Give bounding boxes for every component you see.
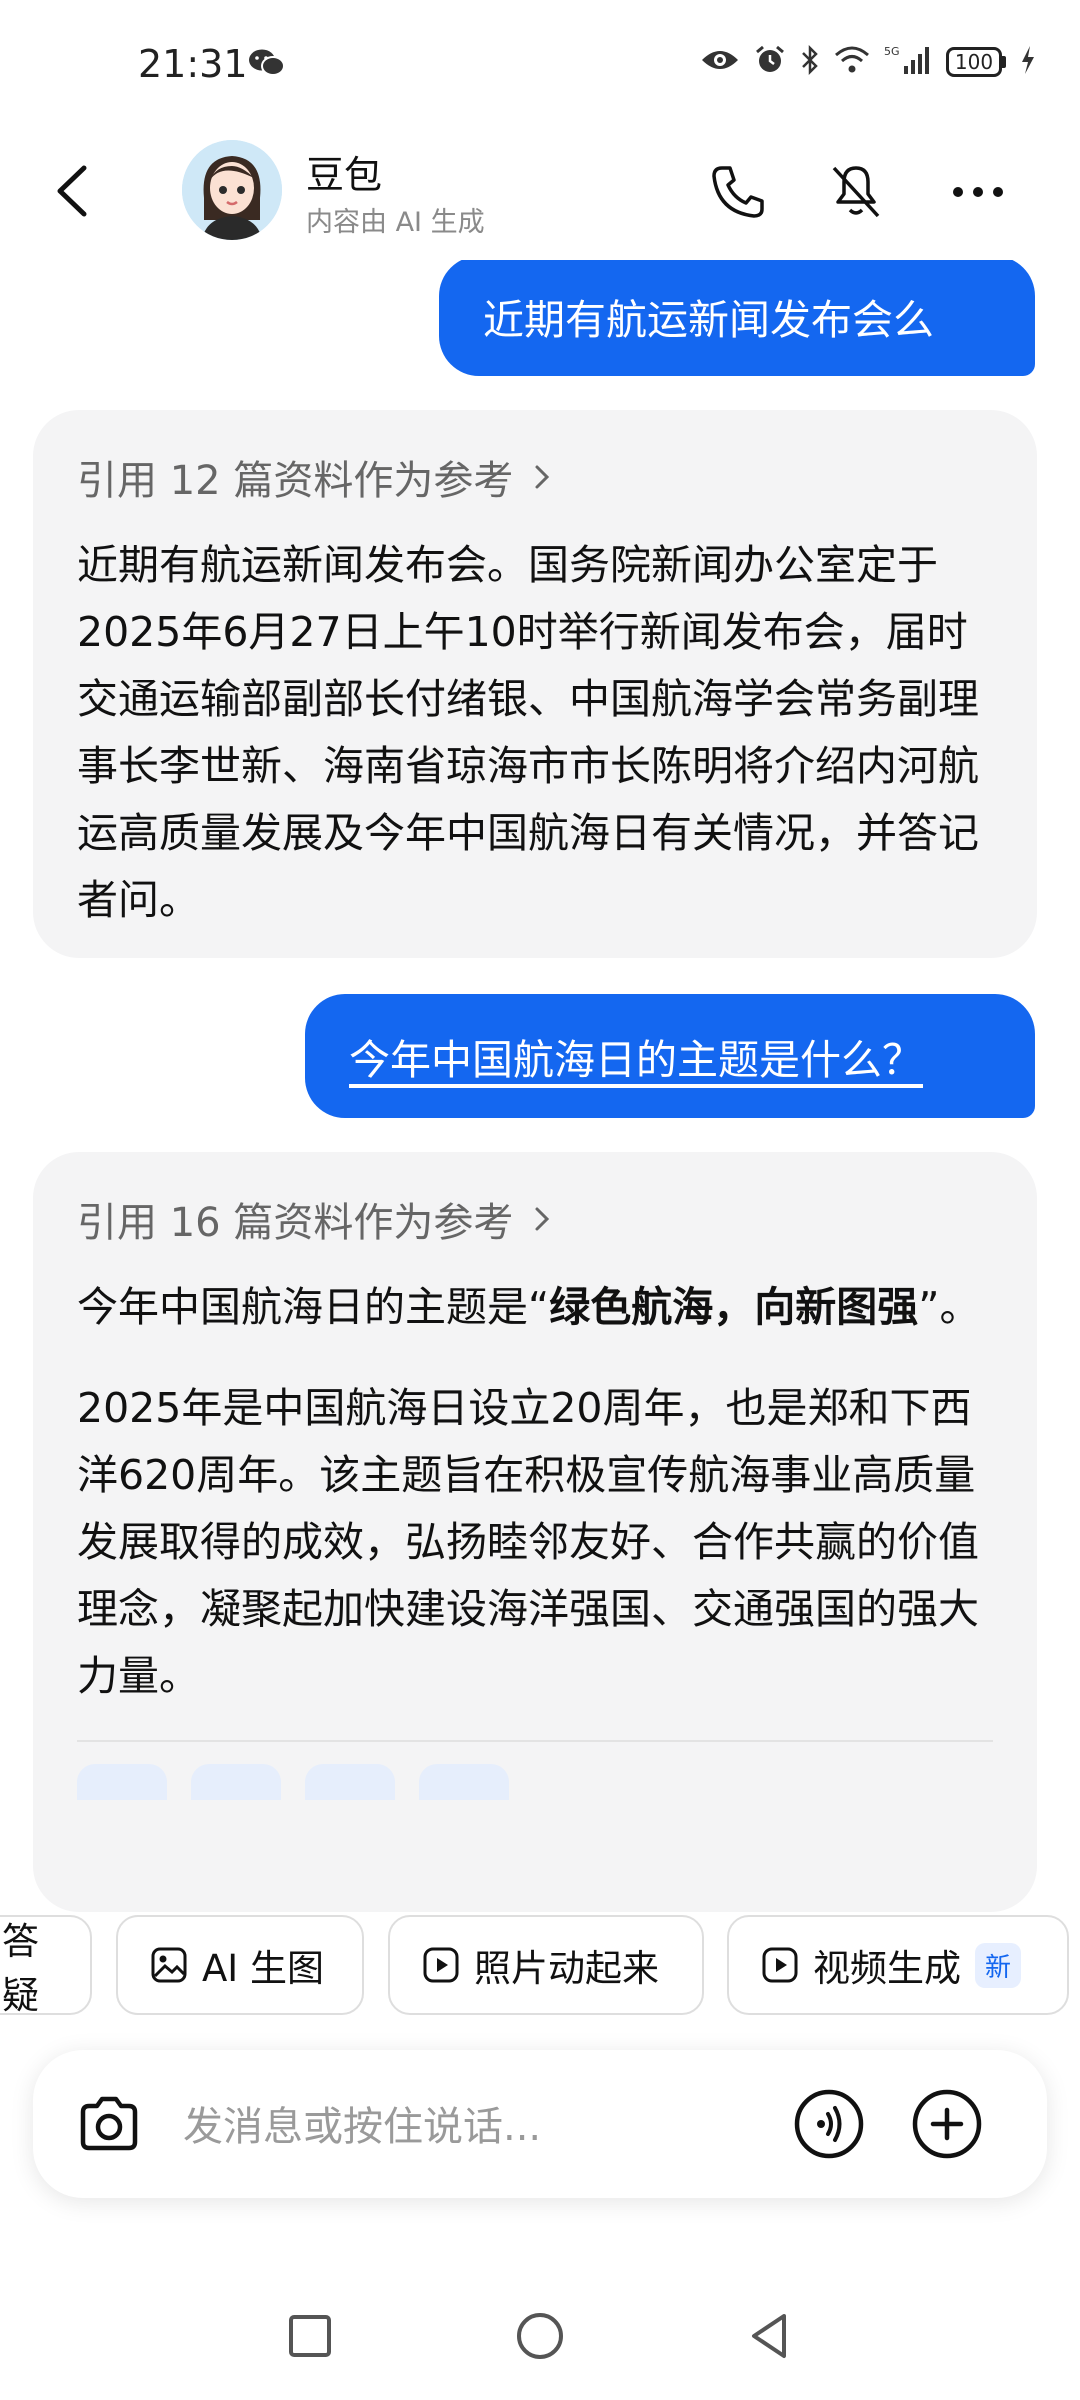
circle-icon [517, 2313, 563, 2359]
contact-subtitle: 内容由 AI 生成 [306, 207, 485, 238]
shortcut-label: 答疑 [2, 1920, 39, 2017]
message-input[interactable]: 发消息或按住说话... [183, 2094, 541, 2152]
camera-icon [80, 2096, 138, 2151]
camera-button[interactable] [75, 2090, 143, 2162]
action-chip[interactable] [191, 1764, 281, 1800]
shortcut-label: 视频生成 [813, 1947, 961, 1990]
eye-icon [700, 46, 740, 78]
battery-level: 100 [946, 47, 1002, 77]
answer-prefix: 今年中国航海日的主题是“ [77, 1283, 550, 1331]
signal-icon: 5G [884, 44, 932, 80]
assistant-message-text: 近期有航运新闻发布会。国务院新闻办公室定于2025年6月27日上午10时举行新闻… [77, 541, 979, 924]
more-button[interactable] [946, 160, 1010, 224]
references-label: 引用 16 篇资料作为参考 [77, 1200, 514, 1246]
play-icon [762, 1947, 798, 1983]
voice-wave-icon [794, 2089, 864, 2159]
avatar[interactable] [182, 140, 282, 240]
wifi-icon [834, 45, 870, 79]
action-chip[interactable] [419, 1764, 509, 1800]
assistant-message[interactable]: 引用 16 篇资料作为参考 今年中国航海日的主题是“绿色航海，向新图强”。 20… [33, 1152, 1037, 1912]
answer-suffix: ”。 [918, 1283, 981, 1331]
voice-call-button[interactable] [793, 2088, 865, 2164]
shortcut-bar: 答疑 AI 生图 照片动起来 视频生成 新 [0, 1915, 1080, 2017]
speaker-mute-button[interactable] [824, 160, 888, 224]
add-button[interactable] [911, 2088, 983, 2164]
divider [77, 1740, 993, 1742]
shortcut-ai-image[interactable]: AI 生图 [116, 1915, 364, 2015]
square-icon [289, 2315, 331, 2357]
shortcut-qa[interactable]: 答疑 [0, 1915, 92, 2017]
chevron-right-icon [535, 465, 550, 489]
shortcut-label: 照片动起来 [474, 1947, 659, 1990]
status-time: 21:31 [138, 42, 248, 86]
phone-icon [712, 166, 764, 218]
home-button[interactable] [510, 2306, 570, 2366]
chevron-left-icon [57, 165, 87, 217]
user-message[interactable]: 今年中国航海日的主题是什么？ [305, 994, 1035, 1118]
chat-header: 豆包 内容由 AI 生成 [0, 130, 1080, 260]
recents-button[interactable] [280, 2306, 340, 2366]
chevron-right-icon [535, 1207, 550, 1231]
assistant-message-paragraph: 2025年是中国航海日设立20周年，也是郑和下西洋620周年。该主题旨在积极宣传… [77, 1384, 979, 1700]
contact-name: 豆包 [306, 153, 383, 197]
shortcut-animate-photo[interactable]: 照片动起来 [388, 1915, 704, 2015]
answer-theme: 绿色航海，向新图强 [549, 1283, 919, 1331]
references-label: 引用 12 篇资料作为参考 [77, 458, 514, 504]
triangle-back-icon [752, 2314, 786, 2358]
message-input-bar[interactable]: 发消息或按住说话... [33, 2050, 1047, 2198]
bluetooth-icon [800, 44, 820, 80]
more-icon [953, 187, 1003, 197]
action-chip[interactable] [305, 1764, 395, 1800]
wechat-icon [248, 48, 286, 82]
back-button[interactable] [40, 156, 110, 226]
system-nav-bar [0, 2270, 1080, 2400]
back-nav-button[interactable] [740, 2306, 800, 2366]
phone-call-button[interactable] [706, 160, 770, 224]
battery-icon: 100 [946, 47, 1006, 77]
action-chip[interactable] [77, 1764, 167, 1800]
play-icon [423, 1947, 459, 1983]
user-message[interactable]: 近期有航运新闻发布会么 [439, 260, 1035, 376]
references-link[interactable]: 引用 16 篇资料作为参考 [77, 1190, 993, 1248]
references-link[interactable]: 引用 12 篇资料作为参考 [77, 448, 993, 506]
plus-icon [912, 2089, 982, 2159]
assistant-answer-text: 今年中国航海日的主题是“绿色航海，向新图强”。 [77, 1274, 993, 1341]
status-bar: 21:31 5G 100 [0, 0, 1080, 130]
shortcut-label: AI 生图 [202, 1947, 324, 1990]
user-message-text: 今年中国航海日的主题是什么？ [349, 1036, 923, 1084]
alarm-icon [754, 44, 786, 80]
charging-icon [1020, 45, 1036, 79]
user-message-text: 近期有航运新闻发布会么 [483, 296, 934, 344]
shortcut-video-generate[interactable]: 视频生成 新 [727, 1915, 1069, 2015]
new-badge: 新 [975, 1942, 1022, 1988]
assistant-message[interactable]: 引用 12 篇资料作为参考 近期有航运新闻发布会。国务院新闻办公室定于2025年… [33, 410, 1037, 958]
chat-area[interactable]: 近期有航运新闻发布会么 引用 12 篇资料作为参考 近期有航运新闻发布会。国务院… [0, 260, 1080, 1920]
status-icons: 5G 100 [700, 44, 1036, 80]
image-icon [151, 1947, 187, 1983]
mute-icon [832, 166, 880, 218]
message-actions [77, 1764, 993, 1800]
svg-text:5G: 5G [884, 45, 900, 58]
